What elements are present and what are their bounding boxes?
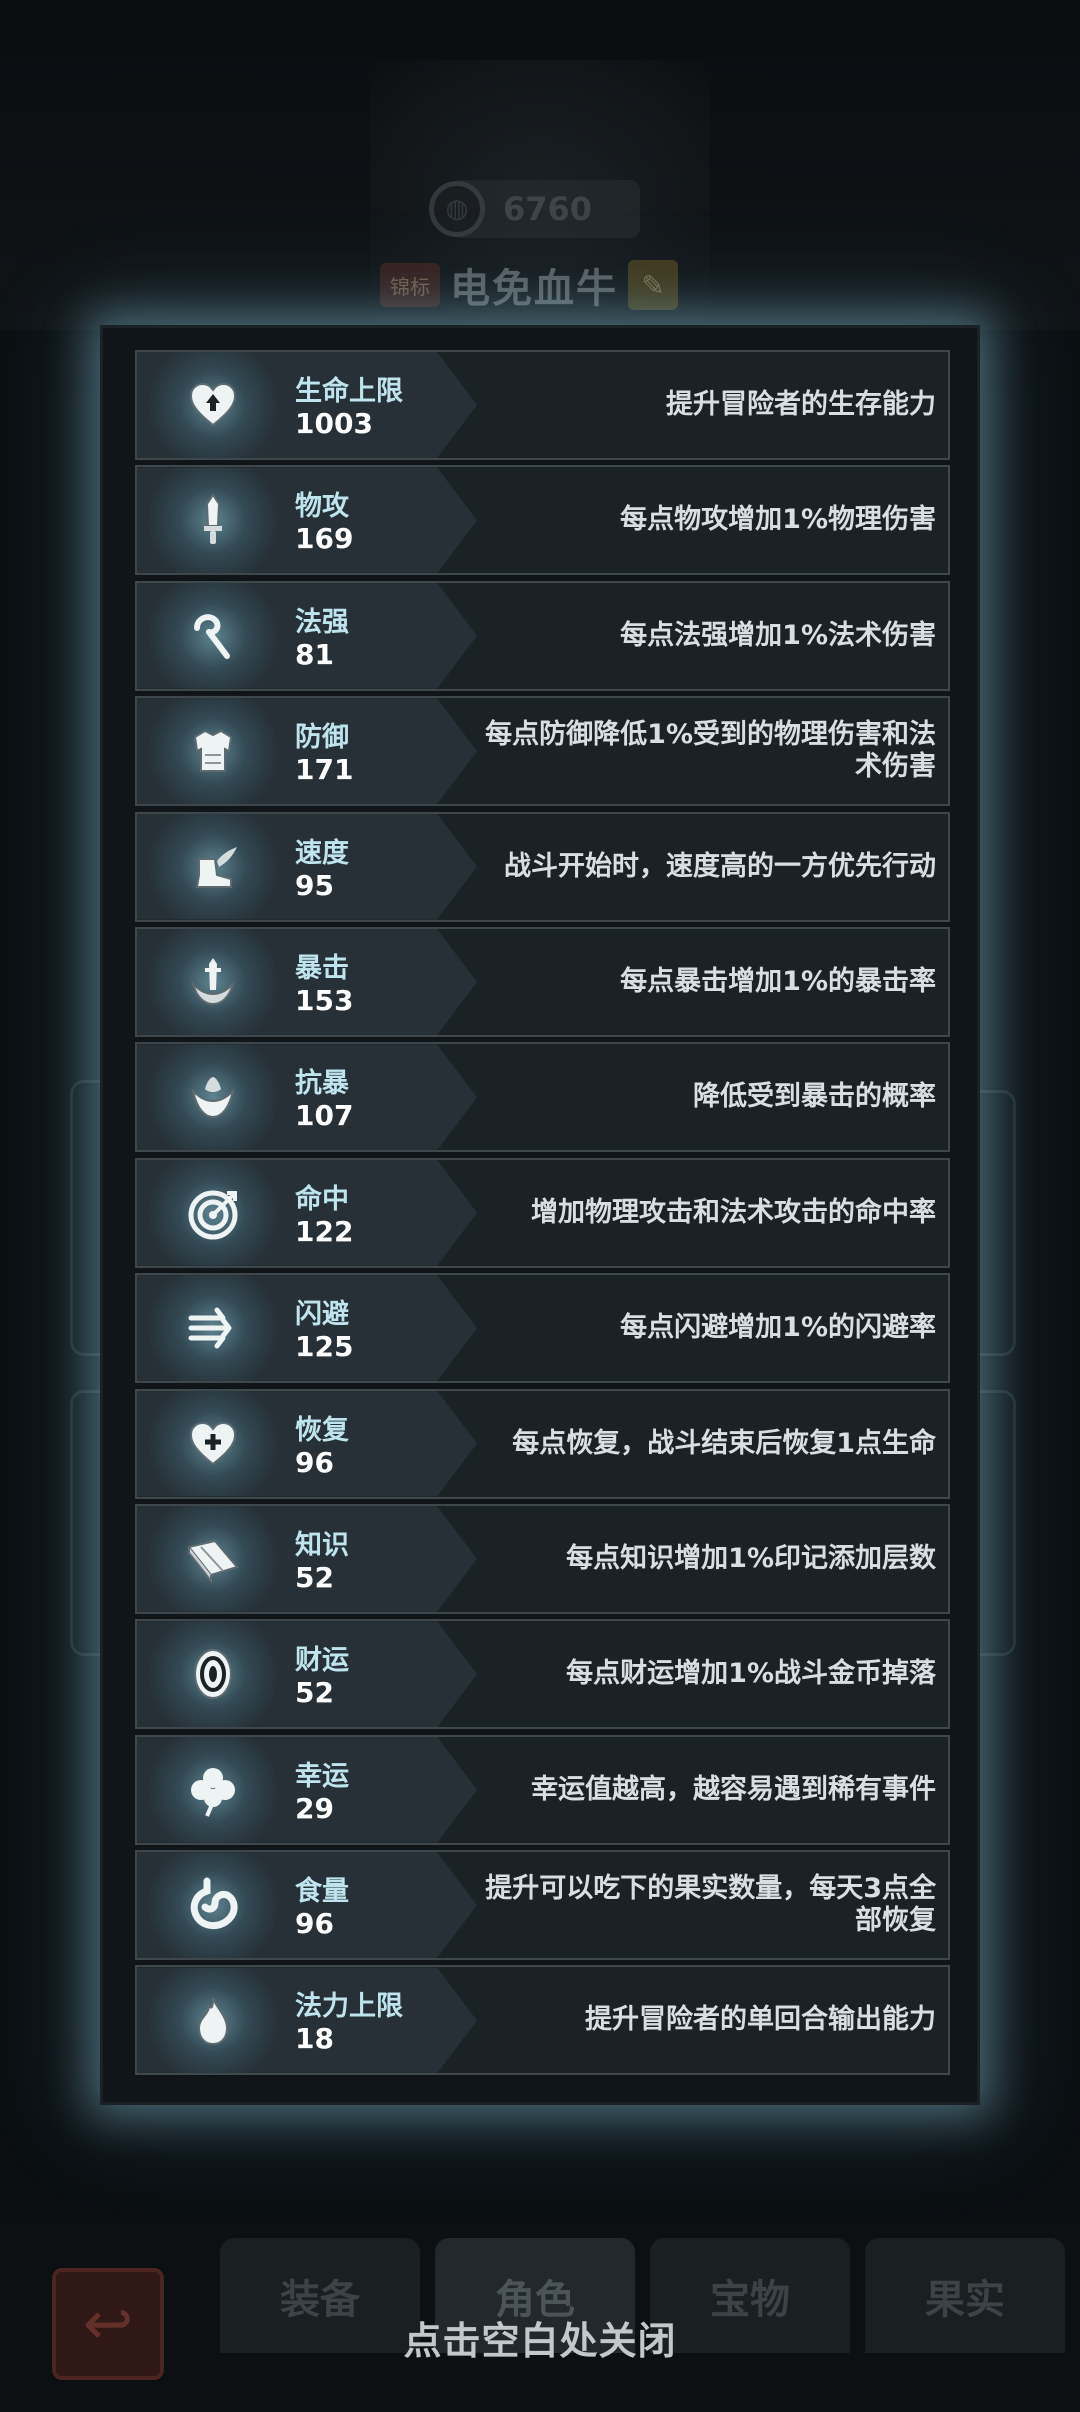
stat-row-dodge: 闪避 125 每点闪避增加1%的闪避率 <box>135 1273 950 1384</box>
close-hint[interactable]: 点击空白处关闭 <box>0 2310 1080 2365</box>
stat-name: 财运 <box>295 1645 349 1677</box>
stat-name: 暴击 <box>295 952 349 984</box>
stat-row-accuracy: 命中 122 增加物理攻击和法术攻击的命中率 <box>135 1157 950 1268</box>
stat-description: 提升冒险者的生存能力 <box>666 389 936 420</box>
stat-value: 125 <box>295 1330 354 1364</box>
stat-value: 95 <box>295 868 334 902</box>
book-icon <box>185 1531 241 1587</box>
target-icon <box>185 1185 241 1241</box>
armor-icon <box>185 723 241 779</box>
stat-description: 降低受到暴击的概率 <box>693 1081 936 1113</box>
stat-description: 每点暴击增加1%的暴击率 <box>620 965 936 997</box>
winged-boot-icon <box>185 839 241 895</box>
stat-name: 抗暴 <box>295 1068 349 1100</box>
stat-row-magic: 法强 81 每点法强增加1%法术伤害 <box>135 580 950 691</box>
sword-icon <box>185 492 241 548</box>
stat-name: 闪避 <box>295 1299 349 1331</box>
stat-name: 速度 <box>295 837 349 869</box>
stat-row-crit-resist: 抗暴 107 降低受到暴击的概率 <box>135 1042 950 1153</box>
stat-description: 每点恢复，战斗结束后恢复1点生命 <box>512 1427 936 1459</box>
stat-row-mana: 法力上限 18 提升冒险者的单回合输出能力 <box>135 1965 950 2076</box>
stat-name: 知识 <box>295 1529 349 1561</box>
stat-name: 物攻 <box>295 491 349 523</box>
stat-value: 18 <box>295 2022 334 2056</box>
coin-icon <box>185 1646 241 1702</box>
stat-value: 169 <box>295 522 354 556</box>
staff-icon <box>185 608 241 664</box>
crit-resist-icon <box>185 1069 241 1125</box>
mana-drop-icon <box>185 1992 241 2048</box>
stat-description: 提升冒险者的单回合输出能力 <box>585 2004 936 2036</box>
dodge-arrows-icon <box>185 1300 241 1356</box>
coin-value: 6760 <box>503 190 593 228</box>
stat-description: 战斗开始时，速度高的一方优先行动 <box>504 850 936 882</box>
stat-row-crit: 暴击 153 每点暴击增加1%的暴击率 <box>135 926 950 1037</box>
stat-value: 96 <box>295 1445 334 1479</box>
stats-list: 生命上限 1003 提升冒险者的生存能力 物攻 169 每点物攻增加1%物理伤害… <box>135 350 950 2081</box>
hero-name-row: 锦标 电免血牛 ✎ <box>380 255 678 315</box>
stat-row-defense: 防御 171 每点防御降低1%受到的物理伤害和法术伤害 <box>135 696 950 807</box>
stat-value: 52 <box>295 1560 334 1594</box>
rank-badge: 锦标 <box>380 263 440 307</box>
stat-name: 恢复 <box>295 1414 349 1446</box>
stat-name: 幸运 <box>295 1760 349 1792</box>
hero-name: 电免血牛 <box>450 266 618 312</box>
stat-name: 生命上限 <box>295 376 403 407</box>
stat-name: 食量 <box>295 1876 349 1908</box>
stat-row-speed: 速度 95 战斗开始时，速度高的一方优先行动 <box>135 811 950 922</box>
stat-description: 增加物理攻击和法术攻击的命中率 <box>531 1196 936 1228</box>
stat-row-fortune: 财运 52 每点财运增加1%战斗金币掉落 <box>135 1619 950 1730</box>
currency-icon: ◍ <box>429 181 485 237</box>
stat-row-hp: 生命上限 1003 提升冒险者的生存能力 <box>135 350 950 460</box>
stat-value: 96 <box>295 1907 334 1941</box>
stat-name: 法强 <box>295 606 349 638</box>
clover-icon <box>185 1762 241 1818</box>
stat-value: 1003 <box>295 407 373 440</box>
coin-counter: ◍ 6760 <box>429 180 640 238</box>
stat-description: 每点法强增加1%法术伤害 <box>620 619 936 651</box>
stat-description: 每点知识增加1%印记添加层数 <box>566 1542 936 1574</box>
stat-row-knowledge: 知识 52 每点知识增加1%印记添加层数 <box>135 1503 950 1614</box>
stat-name: 防御 <box>295 722 349 754</box>
edit-icon[interactable]: ✎ <box>628 260 678 310</box>
heart-up-icon <box>185 377 241 433</box>
stat-description: 提升可以吃下的果实数量，每天3点全部恢复 <box>485 1873 936 1937</box>
stat-row-attack: 物攻 169 每点物攻增加1%物理伤害 <box>135 465 950 576</box>
stat-value: 122 <box>295 1214 354 1248</box>
stomach-icon <box>185 1877 241 1933</box>
stat-value: 81 <box>295 637 334 671</box>
stat-value: 52 <box>295 1676 334 1710</box>
stat-value: 171 <box>295 753 354 787</box>
stat-description: 幸运值越高，越容易遇到稀有事件 <box>531 1773 936 1805</box>
stat-description: 每点财运增加1%战斗金币掉落 <box>566 1658 936 1690</box>
stat-name: 命中 <box>295 1183 349 1215</box>
stat-row-luck: 幸运 29 幸运值越高，越容易遇到稀有事件 <box>135 1734 950 1845</box>
stat-value: 107 <box>295 1099 354 1133</box>
stat-name: 法力上限 <box>295 1991 403 2023</box>
stat-description: 每点闪避增加1%的闪避率 <box>620 1312 936 1344</box>
stat-description: 每点防御降低1%受到的物理伤害和法术伤害 <box>485 719 936 783</box>
stat-value: 153 <box>295 983 354 1017</box>
stat-value: 29 <box>295 1791 334 1825</box>
heart-plus-icon <box>185 1416 241 1472</box>
crit-sword-icon <box>185 954 241 1010</box>
stat-row-appetite: 食量 96 提升可以吃下的果实数量，每天3点全部恢复 <box>135 1850 950 1961</box>
stat-description: 每点物攻增加1%物理伤害 <box>620 504 936 536</box>
stat-row-recovery: 恢复 96 每点恢复，战斗结束后恢复1点生命 <box>135 1388 950 1499</box>
